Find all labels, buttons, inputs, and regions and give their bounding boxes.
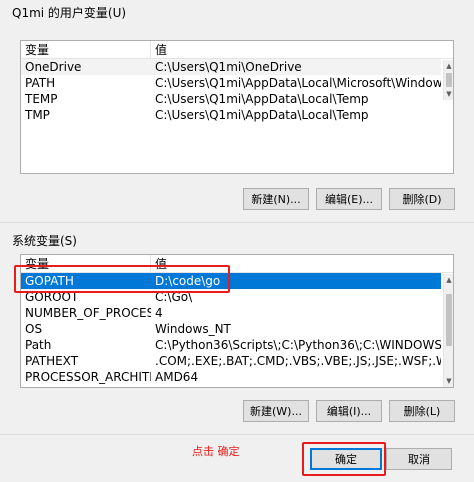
scroll-down-icon[interactable]: ▼ [444,88,453,100]
user-list-scrollbar[interactable]: ▲ ▼ [443,60,453,100]
system-row-number-of-processors[interactable]: NUMBER_OF_PROCESSORS 4 [21,305,441,321]
system-edit-button[interactable]: 编辑(I)... [316,400,382,422]
user-scroll-thumb[interactable] [446,73,452,87]
scroll-up-icon[interactable]: ▲ [444,60,453,72]
system-list-scrollbar[interactable]: ▲ ▼ [443,274,453,387]
user-new-button[interactable]: 新建(N)... [243,188,309,210]
user-var-name: TMP [25,108,50,122]
system-var-name: PATHEXT [25,354,79,368]
system-variables-label: 系统变量(S) [12,234,77,248]
scroll-up-icon[interactable]: ▲ [444,274,453,286]
system-delete-button[interactable]: 删除(L) [389,400,455,422]
system-var-value: Windows_NT [155,322,231,336]
user-var-name: PATH [25,76,56,90]
user-var-name: OneDrive [25,60,82,74]
system-var-value: D:\code\go [155,274,221,288]
system-var-value: C:\Python36\Scripts\;C:\Python36\;C:\WIN… [155,338,441,352]
system-row-goroot[interactable]: GOROOT C:\Go\ [21,289,441,305]
system-row-os[interactable]: OS Windows_NT [21,321,441,337]
user-variables-label: Q1mi 的用户变量(U) [12,6,127,20]
cancel-button[interactable]: 取消 [386,448,452,470]
user-var-value: C:\Users\Q1mi\OneDrive [155,60,302,74]
section-divider [0,222,474,223]
system-row-processor-architecture[interactable]: PROCESSOR_ARCHITECT... AMD64 [21,369,441,385]
system-col-name-header[interactable]: 变量 [21,255,151,272]
system-var-name: NUMBER_OF_PROCESSORS [25,306,151,320]
user-var-value: C:\Users\Q1mi\AppData\Local\Microsoft\Wi… [155,76,441,90]
click-ok-annotation: 点击 确定 [192,445,240,458]
user-row-onedrive[interactable]: OneDrive C:\Users\Q1mi\OneDrive [21,59,441,75]
system-variables-list[interactable]: 变量 值 GOPATH D:\code\go GOROOT C:\Go\ NUM… [20,254,454,388]
system-var-name: PROCESSOR_ARCHITECT... [25,370,151,384]
user-row-tmp[interactable]: TMP C:\Users\Q1mi\AppData\Local\Temp [21,107,441,123]
system-list-header: 变量 值 [21,255,453,273]
user-var-value: C:\Users\Q1mi\AppData\Local\Temp [155,108,369,122]
system-row-path[interactable]: Path C:\Python36\Scripts\;C:\Python36\;C… [21,337,441,353]
ok-button[interactable]: 确定 [310,448,382,470]
system-var-name: GOROOT [25,290,79,304]
user-col-name-header[interactable]: 变量 [21,41,151,58]
scroll-down-icon[interactable]: ▼ [444,375,453,387]
system-new-button[interactable]: 新建(W)... [243,400,309,422]
user-list-header: 变量 值 [21,41,453,59]
user-row-temp[interactable]: TEMP C:\Users\Q1mi\AppData\Local\Temp [21,91,441,107]
system-var-value: C:\Go\ [155,290,193,304]
system-row-gopath[interactable]: GOPATH D:\code\go [21,273,441,289]
system-col-value-header[interactable]: 值 [151,255,453,272]
system-var-name: GOPATH [25,274,74,288]
user-edit-button[interactable]: 编辑(E)... [316,188,382,210]
system-var-name: OS [25,322,43,336]
user-var-value: C:\Users\Q1mi\AppData\Local\Temp [155,92,369,106]
user-row-path[interactable]: PATH C:\Users\Q1mi\AppData\Local\Microso… [21,75,441,91]
user-variables-list[interactable]: 变量 值 OneDrive C:\Users\Q1mi\OneDrive PAT… [20,40,454,174]
system-var-name: Path [25,338,52,352]
user-col-value-header[interactable]: 值 [151,41,453,58]
system-var-value: AMD64 [155,370,199,384]
footer-divider [0,434,474,435]
user-delete-button[interactable]: 删除(D) [389,188,455,210]
system-var-value: 4 [155,306,163,320]
user-var-name: TEMP [25,92,58,106]
system-var-value: .COM;.EXE;.BAT;.CMD;.VBS;.VBE;.JS;.JSE;.… [155,354,441,368]
system-row-pathext[interactable]: PATHEXT .COM;.EXE;.BAT;.CMD;.VBS;.VBE;.J… [21,353,441,369]
system-scroll-thumb[interactable] [446,294,452,346]
